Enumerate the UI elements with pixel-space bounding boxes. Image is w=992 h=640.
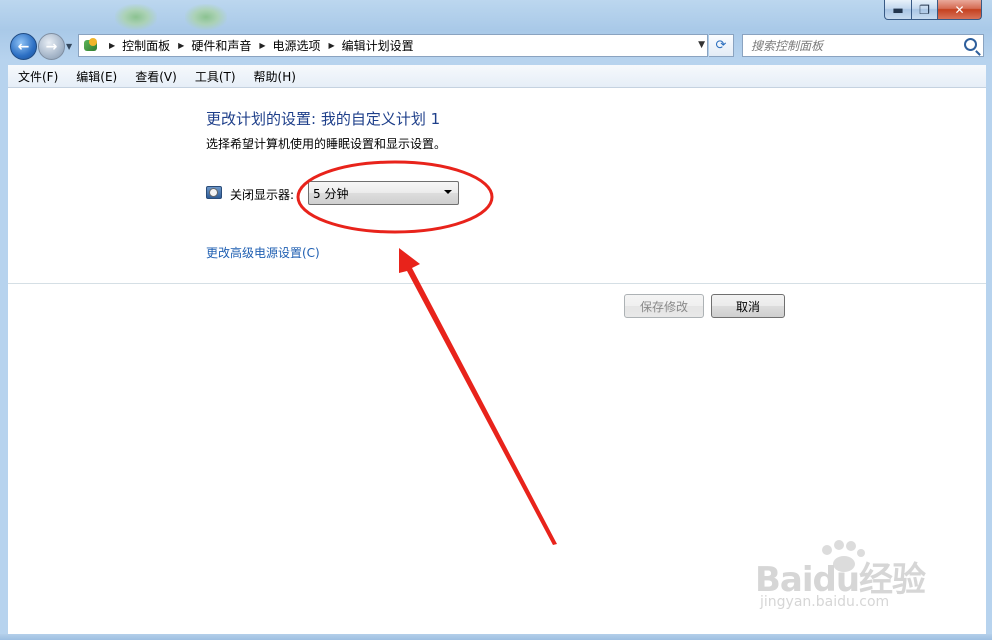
annotation-arrow <box>399 248 557 545</box>
watermark: Baidu经验 jingyan.baidu.com <box>755 540 945 620</box>
annotation-circle <box>296 160 494 234</box>
watermark-site: jingyan.baidu.com <box>760 594 890 610</box>
